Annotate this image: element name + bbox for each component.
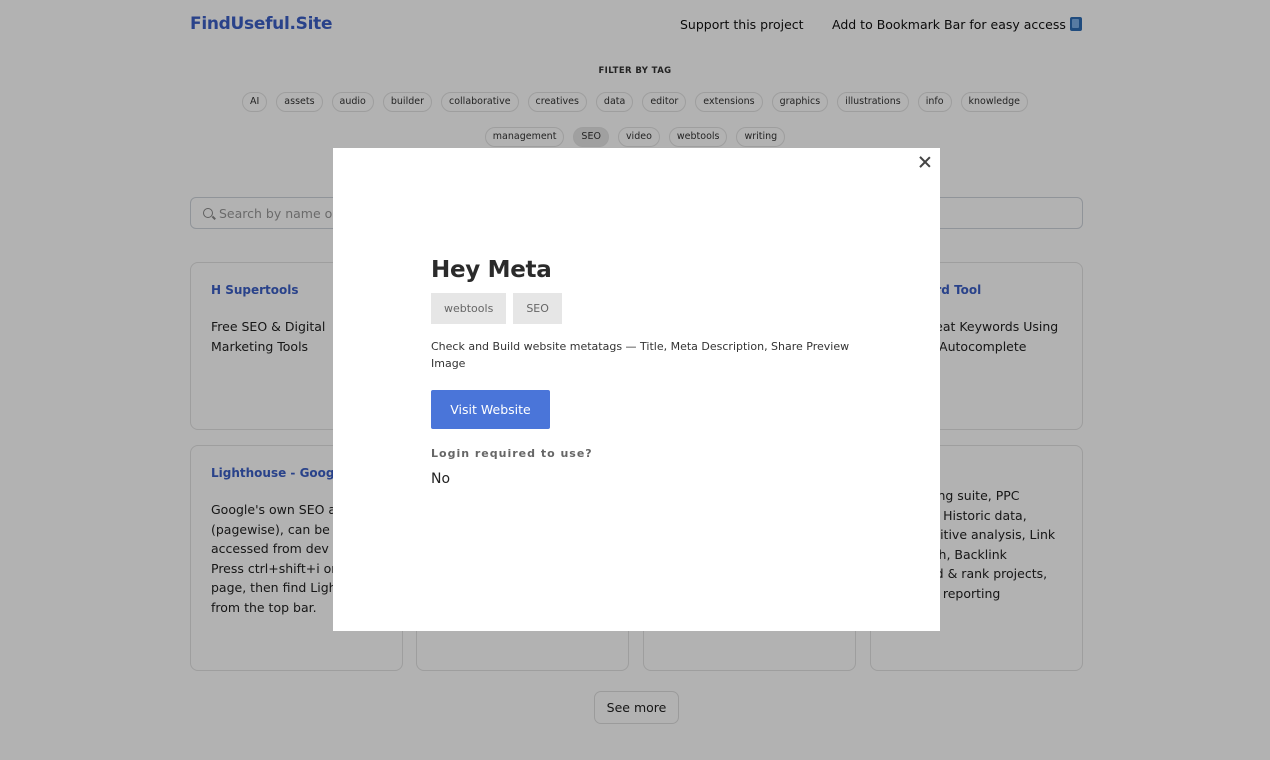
visit-website-button[interactable]: Visit Website (431, 390, 550, 429)
login-required-value: No (431, 471, 451, 487)
modal-tag-seo[interactable]: SEO (513, 293, 562, 324)
modal-tag-webtools[interactable]: webtools (431, 293, 507, 324)
login-required-label: Login required to use? (431, 447, 593, 460)
modal-description: Check and Build website metatags — Title… (431, 340, 850, 370)
modal-tags: webtools SEO (431, 293, 562, 324)
modal-title: Hey Meta (431, 257, 552, 283)
close-icon[interactable] (918, 155, 932, 169)
tool-detail-modal: Hey Meta webtools SEO Check and Build we… (333, 148, 940, 631)
